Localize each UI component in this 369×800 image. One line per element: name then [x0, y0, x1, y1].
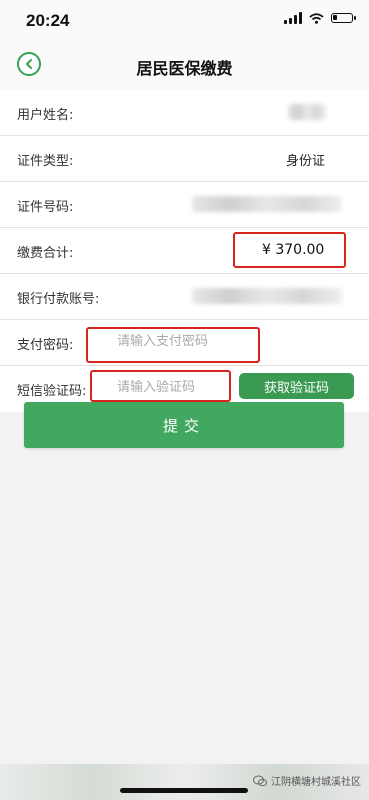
- status-time: 20:24: [26, 11, 70, 30]
- page-title: 居民医保缴费: [136, 59, 233, 78]
- home-indicator[interactable]: [120, 788, 248, 793]
- row-total: 缴费合计: ¥ 370.00: [0, 228, 369, 274]
- watermark-text: 江阴横塘村城溪社区: [271, 777, 361, 788]
- row-pay-password: 支付密码:: [0, 320, 369, 366]
- status-icons: [284, 12, 356, 24]
- watermark: 江阴横塘村城溪社区: [253, 773, 361, 788]
- sms-code-input[interactable]: [117, 380, 222, 395]
- wifi-icon: [309, 12, 324, 24]
- get-code-button[interactable]: 获取验证码: [239, 373, 354, 399]
- id-number-value-blurred: [192, 196, 342, 212]
- submit-button[interactable]: 提交: [24, 402, 344, 448]
- id-type-value: 身份证: [285, 154, 325, 169]
- row-id-number: 证件号码:: [0, 182, 369, 228]
- wechat-icon: [253, 775, 267, 786]
- total-amount: ¥ 370.00: [262, 242, 325, 258]
- row-bank-account: 银行付款账号:: [0, 274, 369, 320]
- id-number-label: 证件号码:: [17, 200, 74, 215]
- row-user-name: 用户姓名:: [0, 90, 369, 136]
- bank-account-label: 银行付款账号:: [17, 292, 100, 307]
- user-name-value-blurred: [288, 104, 326, 120]
- total-label: 缴费合计:: [17, 246, 74, 261]
- battery-icon: [331, 13, 356, 23]
- id-type-label: 证件类型:: [17, 154, 74, 169]
- payment-form: 用户姓名: 证件类型: 身份证 证件号码: 缴费合计: ¥ 370.00 银行付…: [0, 90, 369, 412]
- pay-password-label: 支付密码:: [17, 338, 74, 353]
- bank-account-value-blurred: [192, 288, 342, 304]
- signal-icon: [284, 12, 302, 24]
- sms-code-label: 短信验证码:: [17, 384, 87, 399]
- row-id-type: 证件类型: 身份证: [0, 136, 369, 182]
- nav-bar: 居民医保缴费: [0, 42, 369, 91]
- status-bar: 20:24: [0, 0, 369, 42]
- user-name-label: 用户姓名:: [17, 108, 74, 123]
- pay-password-input[interactable]: [117, 334, 267, 349]
